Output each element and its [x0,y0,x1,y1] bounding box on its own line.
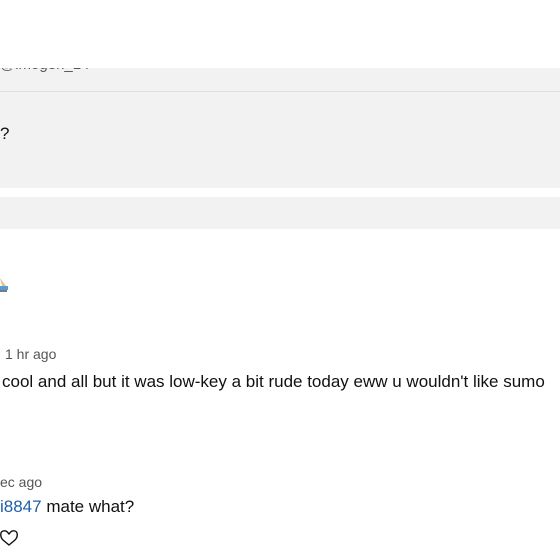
heart-outline-icon[interactable] [0,530,18,546]
reply-text: i8847 mate what? [0,497,134,517]
reply-divider-strip [0,197,560,229]
quoted-post-divider [0,91,560,92]
reply-body: mate what? [41,497,135,516]
top-bar [0,0,560,68]
reply-timestamp: ec ago [0,474,43,490]
comment-timestamp: 1 hr ago [5,346,57,362]
sticker-icon [0,278,8,292]
quoted-post-text: ? [0,124,10,143]
user-mention-link[interactable]: i8847 [0,497,42,516]
comment-text: cool and all but it was low-key a bit ru… [2,372,545,391]
quoted-post-card[interactable]: ? [0,68,560,188]
